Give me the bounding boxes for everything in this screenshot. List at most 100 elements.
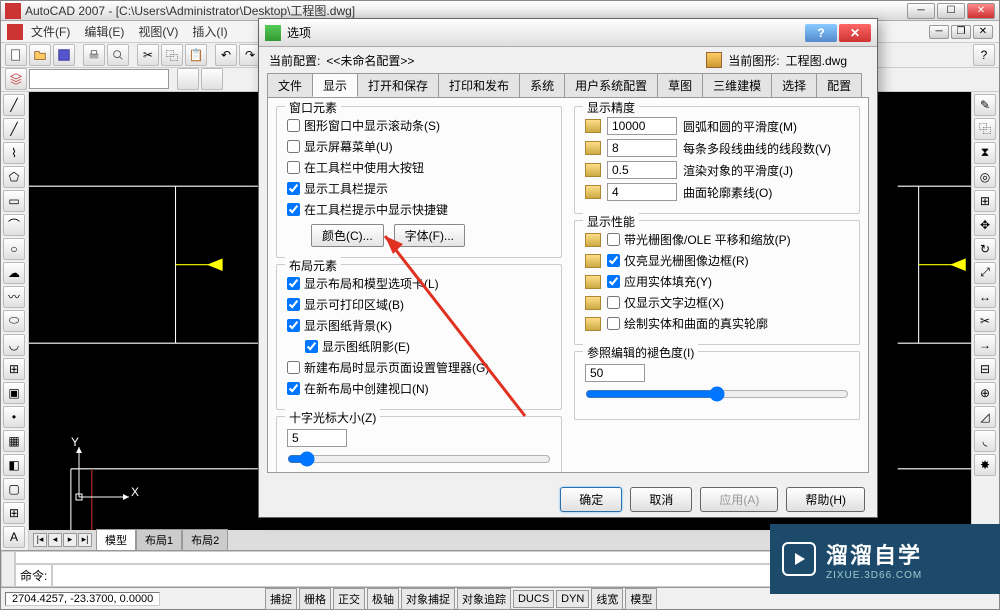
isolines-input[interactable] [607,183,677,201]
copy-tool[interactable]: ⿻ [974,118,996,140]
arc-tool[interactable]: ⌒ [3,214,25,236]
tab-first[interactable]: |◂ [33,533,47,547]
menu-insert[interactable]: 插入(I) [186,21,233,42]
sb-ortho[interactable]: 正交 [333,588,365,610]
chk-shortcuts[interactable] [287,203,300,216]
save-button[interactable] [53,44,75,66]
tab-file[interactable]: 文件 [267,73,313,97]
sb-dyn[interactable]: DYN [556,590,589,608]
tab-prev[interactable]: ◂ [48,533,62,547]
arc-smooth-input[interactable] [607,117,677,135]
undo-button[interactable]: ↶ [215,44,237,66]
close-button[interactable]: ✕ [967,3,995,19]
crosshair-value[interactable]: 5 [287,429,347,447]
mirror-tool[interactable]: ⧗ [974,142,996,164]
minimize-button[interactable]: ─ [907,3,935,19]
chk-papershadow[interactable] [305,340,318,353]
color-button[interactable] [177,68,199,90]
sb-osnap[interactable]: 对象捕捉 [401,588,455,610]
dialog-help-btn[interactable]: 帮助(H) [786,487,865,512]
tab-layout1[interactable]: 布局1 [136,529,182,550]
chk-layouttabs[interactable] [287,277,300,290]
revcloud-tool[interactable]: ☁ [3,262,25,284]
tab-layout2[interactable]: 布局2 [182,529,228,550]
tab-drafting[interactable]: 草图 [657,73,703,97]
apply-button[interactable]: 应用(A) [700,487,778,512]
linetype-button[interactable] [201,68,223,90]
scale-tool[interactable]: ⤢ [974,262,996,284]
chk-screenmenu[interactable] [287,140,300,153]
layer-dropdown[interactable] [29,69,169,89]
doc-close[interactable]: ✕ [973,25,993,39]
new-button[interactable] [5,44,27,66]
tab-userpref[interactable]: 用户系统配置 [564,73,658,97]
doc-minimize[interactable]: ─ [929,25,949,39]
copy-button[interactable]: ⿻ [161,44,183,66]
tab-display[interactable]: 显示 [312,73,358,97]
polygon-tool[interactable]: ⬠ [3,166,25,188]
offset-tool[interactable]: ◎ [974,166,996,188]
tab-plot[interactable]: 打印和发布 [438,73,520,97]
xline-tool[interactable]: ╱ [3,118,25,140]
rectangle-tool[interactable]: ▭ [3,190,25,212]
erase-tool[interactable]: ✎ [974,94,996,116]
chk-printarea[interactable] [287,298,300,311]
sb-snap[interactable]: 捕捉 [265,588,297,610]
pline-segs-input[interactable] [607,139,677,157]
cancel-button[interactable]: 取消 [630,487,692,512]
chk-silhouette[interactable] [607,317,620,330]
sb-lwt[interactable]: 线宽 [591,588,623,610]
sb-model[interactable]: 模型 [625,588,657,610]
ellipse-tool[interactable]: ⬭ [3,310,25,332]
paste-button[interactable]: 📋 [185,44,207,66]
join-tool[interactable]: ⊕ [974,382,996,404]
mtext-tool[interactable]: A [3,526,25,548]
preview-button[interactable] [107,44,129,66]
menu-file[interactable]: 文件(F) [25,21,76,42]
chk-raster-frame[interactable] [607,254,620,267]
ok-button[interactable]: 确定 [560,487,622,512]
trim-tool[interactable]: ✂ [974,310,996,332]
menu-view[interactable]: 视图(V) [132,21,184,42]
line-tool[interactable]: ╱ [3,94,25,116]
gradient-tool[interactable]: ◧ [3,454,25,476]
tab-model[interactable]: 模型 [96,529,136,550]
render-smooth-input[interactable] [607,161,677,179]
spline-tool[interactable]: 〰 [3,286,25,308]
doc-restore[interactable]: ❐ [951,25,971,39]
fade-slider[interactable] [585,386,849,402]
sb-grid[interactable]: 栅格 [299,588,331,610]
chk-text-frame[interactable] [607,296,620,309]
chk-solid-fill[interactable] [607,275,620,288]
chk-pagesetup[interactable] [287,361,300,374]
explode-tool[interactable]: ✸ [974,454,996,476]
sb-ducs[interactable]: DUCS [513,590,554,608]
chk-viewport[interactable] [287,382,300,395]
circle-tool[interactable]: ○ [3,238,25,260]
stretch-tool[interactable]: ↔ [974,286,996,308]
colors-button[interactable]: 颜色(C)... [311,224,384,247]
maximize-button[interactable]: ☐ [937,3,965,19]
open-button[interactable] [29,44,51,66]
rotate-tool[interactable]: ↻ [974,238,996,260]
block-tool[interactable]: ▣ [3,382,25,404]
fonts-button[interactable]: 字体(F)... [394,224,465,247]
chk-scrollbars[interactable] [287,119,300,132]
layer-button[interactable] [5,68,27,90]
tab-3dmodel[interactable]: 三维建模 [702,73,772,97]
fillet-tool[interactable]: ◟ [974,430,996,452]
extend-tool[interactable]: → [974,334,996,356]
menu-edit[interactable]: 编辑(E) [78,21,130,42]
dialog-help-button[interactable]: ? [805,24,837,42]
cmd-grip[interactable] [1,551,15,587]
tab-profiles[interactable]: 配置 [816,73,862,97]
chk-raster-pan[interactable] [607,233,620,246]
tab-last[interactable]: ▸| [78,533,92,547]
tab-next[interactable]: ▸ [63,533,77,547]
dialog-titlebar[interactable]: 选项 ? ✕ [259,19,877,47]
sb-polar[interactable]: 极轴 [367,588,399,610]
cut-button[interactable]: ✂ [137,44,159,66]
crosshair-slider[interactable] [287,451,551,467]
ellipsearc-tool[interactable]: ◡ [3,334,25,356]
help-button[interactable]: ? [973,44,995,66]
